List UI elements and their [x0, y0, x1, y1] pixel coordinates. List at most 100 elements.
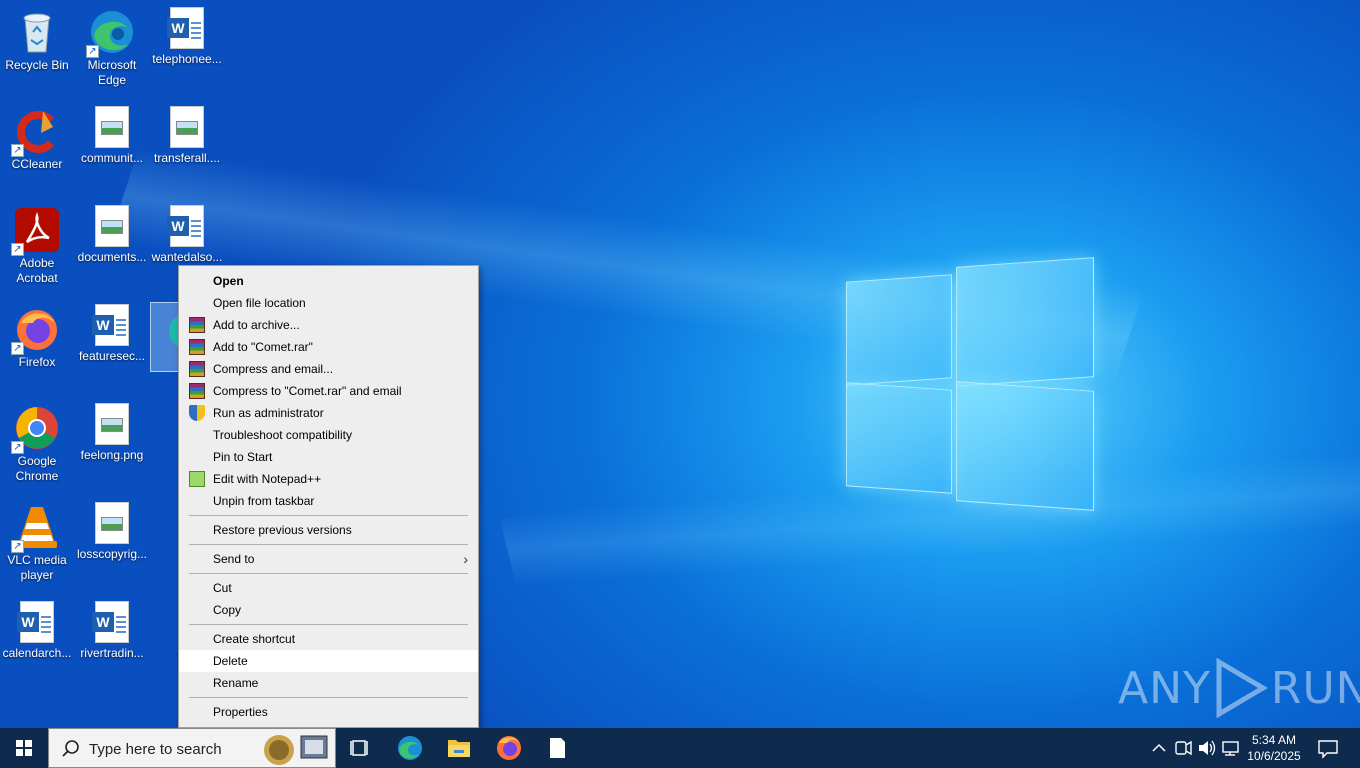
menu-separator: [189, 544, 468, 545]
menu-item-label: Properties: [213, 705, 268, 719]
taskbar-file-explorer-button[interactable]: [435, 728, 483, 768]
volume-icon: [1199, 740, 1216, 756]
desktop-icon-communit[interactable]: communit...: [75, 103, 149, 166]
menu-item-add-to-comet-rar[interactable]: Add to "Comet.rar": [179, 336, 478, 358]
desktop-icon-featuresec[interactable]: W featuresec...: [75, 301, 149, 364]
start-button[interactable]: [0, 728, 48, 768]
menu-item-compress-and-email[interactable]: Compress and email...: [179, 358, 478, 380]
desktop-icon-losscopyrig[interactable]: losscopyrig...: [75, 499, 149, 562]
search-icon: [62, 740, 79, 757]
menu-item-label: Troubleshoot compatibility: [213, 428, 352, 442]
winrar-icon: [189, 339, 205, 355]
word-document-icon: W: [17, 601, 54, 643]
anyrun-watermark: ANY RUN: [1118, 656, 1360, 720]
menu-item-delete[interactable]: Delete: [179, 650, 478, 672]
windows-start-icon: [16, 740, 32, 756]
desktop-icon-recycle-bin[interactable]: Recycle Bin: [0, 4, 74, 73]
shortcut-arrow-icon: ↗: [11, 144, 24, 157]
task-view-button[interactable]: [336, 728, 384, 768]
taskbar: Type here to search 5:34 AM 10/6/2025: [0, 728, 1360, 768]
menu-item-troubleshoot-compatibility[interactable]: Troubleshoot compatibility: [179, 424, 478, 446]
windows-logo-wallpaper: [846, 257, 1094, 512]
desktop-icon-calendarch[interactable]: W calendarch...: [0, 598, 74, 661]
vlc-icon: ↗: [11, 503, 61, 553]
notification-icon: [1318, 740, 1338, 759]
menu-item-properties[interactable]: Properties: [179, 701, 478, 723]
word-document-icon: W: [92, 304, 129, 346]
menu-item-copy[interactable]: Copy: [179, 599, 478, 621]
menu-item-label: Rename: [213, 676, 259, 690]
desktop-icon-google-chrome[interactable]: ↗ Google Chrome: [0, 400, 74, 484]
menu-item-rename[interactable]: Rename: [179, 672, 478, 694]
menu-item-send-to[interactable]: Send to ›: [179, 548, 478, 570]
acrobat-icon: ↗: [11, 206, 61, 256]
desktop-icon-ccleaner[interactable]: ↗ CCleaner: [0, 103, 74, 172]
image-file-icon: [95, 502, 129, 544]
menu-item-label: Copy: [213, 603, 242, 617]
show-hidden-icons-button[interactable]: [1148, 728, 1170, 768]
desktop-icon-documents[interactable]: documents...: [75, 202, 149, 265]
desktop-icon-telephonee[interactable]: W telephonee...: [150, 4, 224, 67]
menu-item-label: Create shortcut: [213, 632, 296, 646]
desktop-icon-transferall[interactable]: transferall....: [150, 103, 224, 166]
desktop-icon-label: Recycle Bin: [5, 58, 69, 72]
desktop-icon-label: VLC media player: [7, 553, 67, 582]
file-explorer-icon: [448, 740, 470, 757]
task-view-icon: [350, 740, 368, 756]
taskbar-firefox-button[interactable]: [485, 728, 533, 768]
menu-item-open[interactable]: Open: [179, 270, 478, 292]
menu-item-label: Cut: [213, 581, 232, 595]
volume-button[interactable]: [1196, 728, 1218, 768]
menu-item-edit-with-notepadpp[interactable]: Edit with Notepad++: [179, 468, 478, 490]
menu-item-open-file-location[interactable]: Open file location: [179, 292, 478, 314]
menu-separator: [189, 697, 468, 698]
clock-date: 10/6/2025: [1247, 749, 1301, 763]
desktop-icon-adobe-acrobat[interactable]: ↗ Adobe Acrobat: [0, 202, 74, 286]
desktop-icon-rivertradin[interactable]: W rivertradin...: [75, 598, 149, 661]
menu-item-label: Restore previous versions: [213, 523, 352, 537]
desktop-icon-label: Adobe Acrobat: [16, 256, 58, 285]
uac-shield-icon: [189, 405, 205, 421]
taskbar-file-button[interactable]: [533, 728, 581, 768]
menu-item-add-to-archive[interactable]: Add to archive...: [179, 314, 478, 336]
desktop-icon-label: rivertradin...: [80, 646, 144, 660]
desktop-icon-label: documents...: [77, 250, 147, 264]
menu-item-compress-to-comet-rar-and-email[interactable]: Compress to "Comet.rar" and email: [179, 380, 478, 402]
desktop-icon-label: wantedalso...: [151, 250, 223, 264]
firefox-icon: ↗: [11, 305, 61, 355]
desktop-icon-wantedalso[interactable]: W wantedalso...: [150, 202, 224, 265]
desktop-icon-label: telephonee...: [152, 52, 222, 66]
taskbar-clock[interactable]: 5:34 AM 10/6/2025: [1240, 732, 1308, 764]
desktop-icon-label: Firefox: [18, 355, 56, 369]
desktop-icon-vlc[interactable]: ↗ VLC media player: [0, 499, 74, 583]
blank-file-icon: [550, 738, 565, 758]
network-button[interactable]: [1220, 728, 1242, 768]
desktop-icon-label: Microsoft Edge: [87, 58, 137, 87]
notepadpp-icon: [189, 471, 205, 487]
watermark-text-left: ANY: [1118, 662, 1211, 714]
menu-item-cut[interactable]: Cut: [179, 577, 478, 599]
menu-item-run-as-administrator[interactable]: Run as administrator: [179, 402, 478, 424]
search-highlight-icon: [264, 735, 328, 765]
menu-item-restore-previous-versions[interactable]: Restore previous versions: [179, 519, 478, 541]
desktop-icon-microsoft-edge[interactable]: ↗ Microsoft Edge: [75, 4, 149, 88]
menu-item-create-shortcut[interactable]: Create shortcut: [179, 628, 478, 650]
edge-icon: ↗: [86, 8, 136, 58]
menu-item-label: Open file location: [213, 296, 306, 310]
chevron-up-icon: [1152, 743, 1166, 752]
desktop-icon-label: CCleaner: [11, 157, 63, 171]
menu-item-pin-to-start[interactable]: Pin to Start: [179, 446, 478, 468]
taskbar-edge-button[interactable]: [386, 728, 434, 768]
desktop-icon-label: calendarch...: [2, 646, 72, 660]
edge-icon: [398, 736, 422, 760]
notification-center-button[interactable]: [1314, 728, 1342, 768]
word-document-icon: W: [92, 601, 129, 643]
recycle-bin-icon: [13, 8, 61, 56]
winrar-icon: [189, 361, 205, 377]
menu-item-label: Compress and email...: [213, 362, 334, 376]
desktop-icon-feelong[interactable]: feelong.png: [75, 400, 149, 463]
meet-now-button[interactable]: [1172, 728, 1194, 768]
menu-item-unpin-from-taskbar[interactable]: Unpin from taskbar: [179, 490, 478, 512]
taskbar-search-box[interactable]: Type here to search: [48, 728, 336, 768]
desktop-icon-firefox[interactable]: ↗ Firefox: [0, 301, 74, 370]
